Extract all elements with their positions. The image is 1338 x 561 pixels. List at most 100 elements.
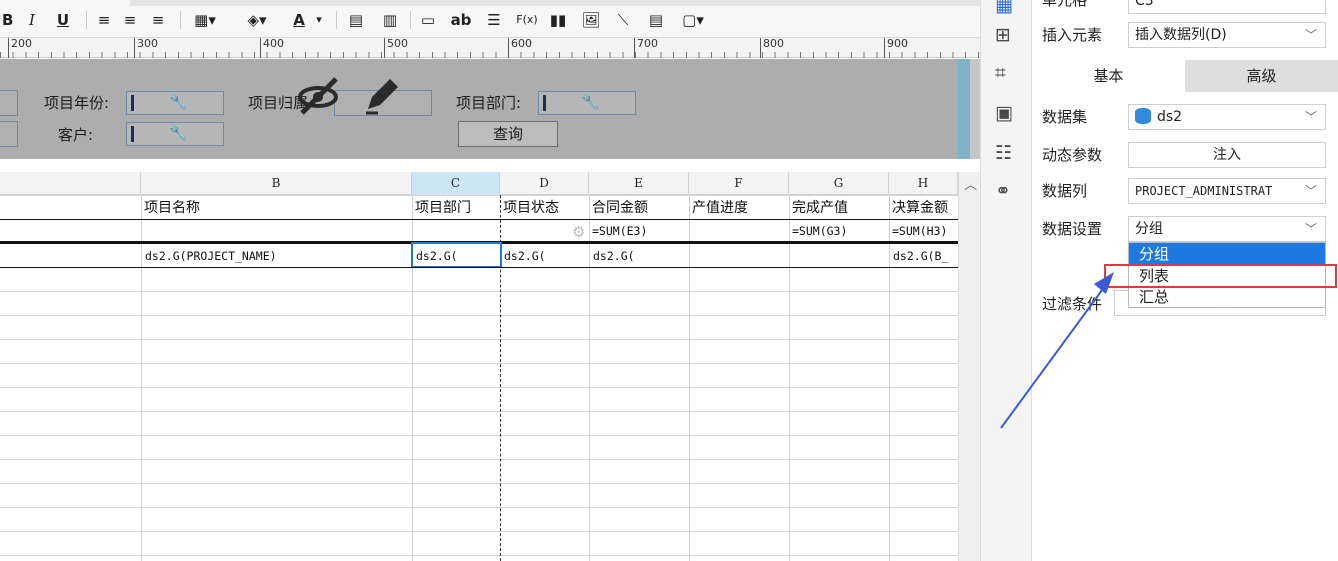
border-icon[interactable]: ▦▾	[188, 9, 222, 31]
cell-d3[interactable]: ds2.G(	[502, 245, 588, 267]
project-year-input[interactable]: 🔧	[126, 91, 224, 115]
data-column-value: PROJECT_ADMINISTRAT	[1135, 184, 1273, 198]
customer-input[interactable]: 🔧	[126, 122, 224, 146]
row-border	[0, 267, 958, 268]
widget-icon[interactable]: ▣	[995, 102, 1013, 124]
param-widget-left-2[interactable]	[0, 121, 18, 147]
insert-element-select[interactable]: 插入数据列(D) ﹀	[1128, 22, 1326, 48]
cell-attr-icon[interactable]: ⊞	[995, 24, 1011, 46]
side-icon-strip: ▦ ⊞ ⌗ ▣ ☷ ⚭	[980, 0, 1032, 561]
toolbar-separator	[180, 11, 181, 29]
font-color-button[interactable]: A	[288, 9, 310, 31]
underline-button[interactable]: U	[56, 9, 70, 31]
ruler-mark: 300	[134, 38, 158, 58]
chevron-down-icon[interactable]: ▾	[314, 9, 324, 31]
column-header-e[interactable]: E	[589, 172, 689, 195]
column-header-g[interactable]: G	[789, 172, 889, 195]
gear-icon[interactable]: ⚙	[572, 223, 585, 241]
dropdown-option-summary[interactable]: 汇总	[1129, 286, 1325, 308]
cell-d1[interactable]: 项目状态	[501, 197, 588, 219]
cell-f1[interactable]: 产值进度	[690, 197, 788, 219]
align-right-icon[interactable]: ≡	[148, 9, 168, 31]
formula-button[interactable]: F(x)	[514, 9, 540, 31]
cell-b3[interactable]: ds2.G(PROJECT_NAME)	[143, 245, 409, 267]
wrench-icon: 🔧	[169, 124, 188, 142]
chart-icon[interactable]: ▮▮	[548, 9, 568, 31]
grid-line	[789, 195, 790, 561]
column-header-h[interactable]: H	[889, 172, 958, 195]
insert-element-label: 插入元素	[1042, 26, 1103, 44]
split-cells-icon[interactable]: ▥	[380, 9, 400, 31]
data-column-select[interactable]: PROJECT_ADMINISTRAT ﹀	[1128, 178, 1326, 204]
dropdown-option-group[interactable]: 分组	[1129, 243, 1325, 265]
grid-line	[889, 195, 890, 561]
cell-g2[interactable]: =SUM(G3)	[790, 220, 888, 242]
bold-button[interactable]: B	[2, 9, 13, 31]
cell-e1[interactable]: 合同金额	[590, 197, 688, 219]
column-header-d[interactable]: D	[500, 172, 589, 195]
grid-icon[interactable]: ▦	[995, 0, 1013, 16]
chevron-down-icon: ﹀	[1304, 110, 1317, 124]
grid-line	[689, 195, 690, 561]
ruler-mark: 500	[384, 38, 408, 58]
frame-icon[interactable]: ⌗	[995, 62, 1006, 84]
column-header-a[interactable]	[0, 172, 141, 195]
image-icon[interactable]: 🖼	[580, 9, 602, 31]
dataset-label: 数据集	[1042, 108, 1088, 126]
cell-b1[interactable]: 项目名称	[142, 197, 410, 219]
text-field-icon[interactable]: ▭	[418, 9, 438, 31]
cell-h1[interactable]: 决算金额	[890, 197, 958, 219]
inject-button[interactable]: 注入	[1128, 142, 1326, 168]
grid-line	[141, 195, 142, 561]
slash-line-icon[interactable]: ⟍	[612, 9, 634, 31]
sheet-scrollbar[interactable]: ︿	[958, 172, 980, 561]
hide-eye-icon[interactable]	[296, 75, 340, 123]
cell-h2[interactable]: =SUM(H3)	[890, 220, 958, 242]
cell-e2[interactable]: =SUM(E3)	[590, 220, 688, 242]
column-header-c[interactable]: C	[412, 172, 500, 195]
query-button[interactable]: 查询	[458, 121, 558, 147]
ruler-mark: 600	[508, 38, 532, 58]
project-dept-input[interactable]: 🔧	[538, 91, 636, 115]
dataset-select[interactable]: ds2 ﹀	[1128, 104, 1326, 130]
cell-e3[interactable]: ds2.G(	[591, 245, 688, 267]
fill-color-icon[interactable]: ◈▾	[240, 9, 274, 31]
column-header-f[interactable]: F	[689, 172, 789, 195]
dataset-value: ds2	[1157, 109, 1183, 125]
insert-element-value: 插入数据列(D)	[1135, 27, 1227, 43]
project-year-label: 项目年份:	[44, 94, 110, 112]
input-caret	[131, 126, 134, 142]
param-widget-left-1[interactable]	[0, 90, 18, 116]
selected-cell-outline	[411, 242, 502, 268]
italic-button[interactable]: I	[26, 9, 38, 31]
wrench-icon: 🔧	[581, 93, 600, 111]
property-tabs: 基本 高级	[1032, 60, 1338, 92]
param-panel-scrollbar[interactable]	[958, 59, 970, 159]
cell-g1[interactable]: 完成产值	[790, 197, 888, 219]
chevron-down-icon: ﹀	[1304, 222, 1317, 236]
input-caret	[543, 95, 546, 111]
sub-report-icon[interactable]: ▤	[646, 9, 666, 31]
align-center-icon[interactable]: ≡	[120, 9, 140, 31]
merge-cells-icon[interactable]: ▤	[346, 9, 366, 31]
data-setting-select[interactable]: 分组 ﹀	[1128, 216, 1326, 242]
rich-text-icon[interactable]: ☰	[484, 9, 504, 31]
link-icon[interactable]: ⚭	[995, 180, 1011, 202]
toolbar-separator	[336, 11, 337, 29]
toolbar-top-strip	[130, 0, 980, 6]
column-header-b[interactable]: B	[141, 172, 412, 195]
tab-basic[interactable]: 基本	[1032, 60, 1185, 92]
cell-field[interactable]: C3	[1128, 0, 1326, 14]
column-headers: B C D E F G H	[0, 172, 958, 195]
text-element-button[interactable]: ab	[450, 9, 472, 31]
tab-advanced[interactable]: 高级	[1185, 60, 1338, 92]
float-element-icon[interactable]: ▢▾	[678, 9, 708, 31]
list-icon[interactable]: ☷	[995, 142, 1012, 164]
align-left-icon[interactable]: ≡	[94, 9, 114, 31]
chevron-up-icon[interactable]: ︿	[964, 174, 977, 193]
cell-c1[interactable]: 项目部门	[413, 197, 499, 219]
cell-h3[interactable]: ds2.G(B_	[891, 245, 958, 267]
input-caret	[131, 95, 134, 111]
edit-pencil-icon[interactable]	[362, 75, 402, 123]
ruler-mark: 200	[8, 38, 32, 58]
